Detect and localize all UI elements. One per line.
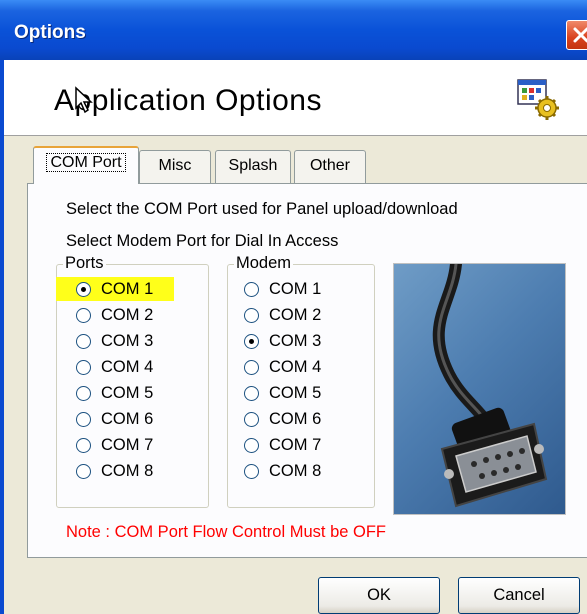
radio-label: COM 3 [269, 331, 322, 350]
mouse-cursor-icon [75, 86, 93, 114]
tab-label: Splash [228, 157, 278, 174]
cancel-button[interactable]: Cancel [458, 577, 580, 614]
radio-label: COM 6 [269, 409, 322, 428]
ports-radio-2[interactable]: COM 2 [56, 303, 174, 327]
radio-button[interactable] [76, 411, 91, 427]
radio-label: COM 4 [269, 357, 322, 376]
dialog-header: Application Options [4, 60, 587, 136]
radio-button[interactable] [244, 411, 259, 427]
tab-com-port[interactable]: COM Port [33, 146, 139, 184]
ports-radio-3[interactable]: COM 3 [56, 329, 174, 353]
radio-label: COM 8 [269, 461, 322, 480]
title-bar[interactable]: Options [0, 0, 587, 60]
radio-button[interactable] [244, 307, 259, 323]
modem-group-label: Modem [234, 254, 294, 273]
radio-label: COM 7 [269, 435, 322, 454]
com-port-instruction: Select the COM Port used for Panel uploa… [66, 200, 458, 218]
radio-button[interactable] [244, 333, 259, 349]
modem-radio-3[interactable]: COM 3 [224, 329, 344, 353]
close-icon [573, 27, 587, 43]
modem-radio-2[interactable]: COM 2 [224, 303, 344, 327]
radio-button[interactable] [76, 333, 91, 349]
radio-button[interactable] [244, 385, 259, 401]
ports-radio-7[interactable]: COM 7 [56, 433, 174, 457]
radio-button[interactable] [244, 281, 259, 297]
tab-label: COM Port [46, 153, 126, 172]
radio-label: COM 1 [269, 279, 322, 298]
tab-label: Misc [158, 157, 192, 174]
ports-group-label: Ports [63, 254, 106, 273]
ok-button[interactable]: OK [318, 577, 440, 614]
close-button[interactable] [566, 20, 587, 50]
modem-radio-7[interactable]: COM 7 [224, 433, 344, 457]
serial-cable-image [393, 258, 566, 515]
radio-label: COM 5 [101, 383, 154, 402]
radio-label: COM 4 [101, 357, 154, 376]
application-settings-icon [517, 79, 559, 120]
tab-other[interactable]: Other [294, 150, 366, 183]
tab-misc[interactable]: Misc [139, 150, 211, 183]
radio-label: COM 6 [101, 409, 154, 428]
radio-label: COM 2 [101, 305, 154, 324]
radio-label: COM 1 [101, 279, 154, 298]
modem-radio-1[interactable]: COM 1 [224, 277, 344, 301]
modem-radio-4[interactable]: COM 4 [224, 355, 344, 379]
radio-button[interactable] [244, 359, 259, 375]
radio-button[interactable] [76, 463, 91, 479]
radio-button[interactable] [76, 307, 91, 323]
ports-radio-6[interactable]: COM 6 [56, 407, 174, 431]
radio-label: COM 8 [101, 461, 154, 480]
radio-button[interactable] [244, 437, 259, 453]
radio-button[interactable] [244, 463, 259, 479]
modem-radio-8[interactable]: COM 8 [224, 459, 344, 483]
radio-button[interactable] [76, 281, 91, 297]
modem-port-instruction: Select Modem Port for Dial In Access [66, 232, 339, 250]
ports-radio-5[interactable]: COM 5 [56, 381, 174, 405]
window-title: Options [14, 22, 86, 43]
radio-label: COM 2 [269, 305, 322, 324]
flow-control-note: Note : COM Port Flow Control Must be OFF [66, 523, 386, 541]
radio-button[interactable] [76, 359, 91, 375]
radio-button[interactable] [76, 437, 91, 453]
radio-label: COM 3 [101, 331, 154, 350]
modem-radio-6[interactable]: COM 6 [224, 407, 344, 431]
modem-radio-5[interactable]: COM 5 [224, 381, 344, 405]
radio-button[interactable] [76, 385, 91, 401]
header-title: Application Options [54, 84, 322, 117]
window-border [0, 60, 4, 614]
ports-radio-1[interactable]: COM 1 [56, 277, 174, 301]
ports-radio-4[interactable]: COM 4 [56, 355, 174, 379]
radio-label: COM 5 [269, 383, 322, 402]
tab-label: Other [309, 157, 350, 174]
radio-label: COM 7 [101, 435, 154, 454]
tab-splash[interactable]: Splash [215, 150, 291, 183]
ports-radio-8[interactable]: COM 8 [56, 459, 174, 483]
